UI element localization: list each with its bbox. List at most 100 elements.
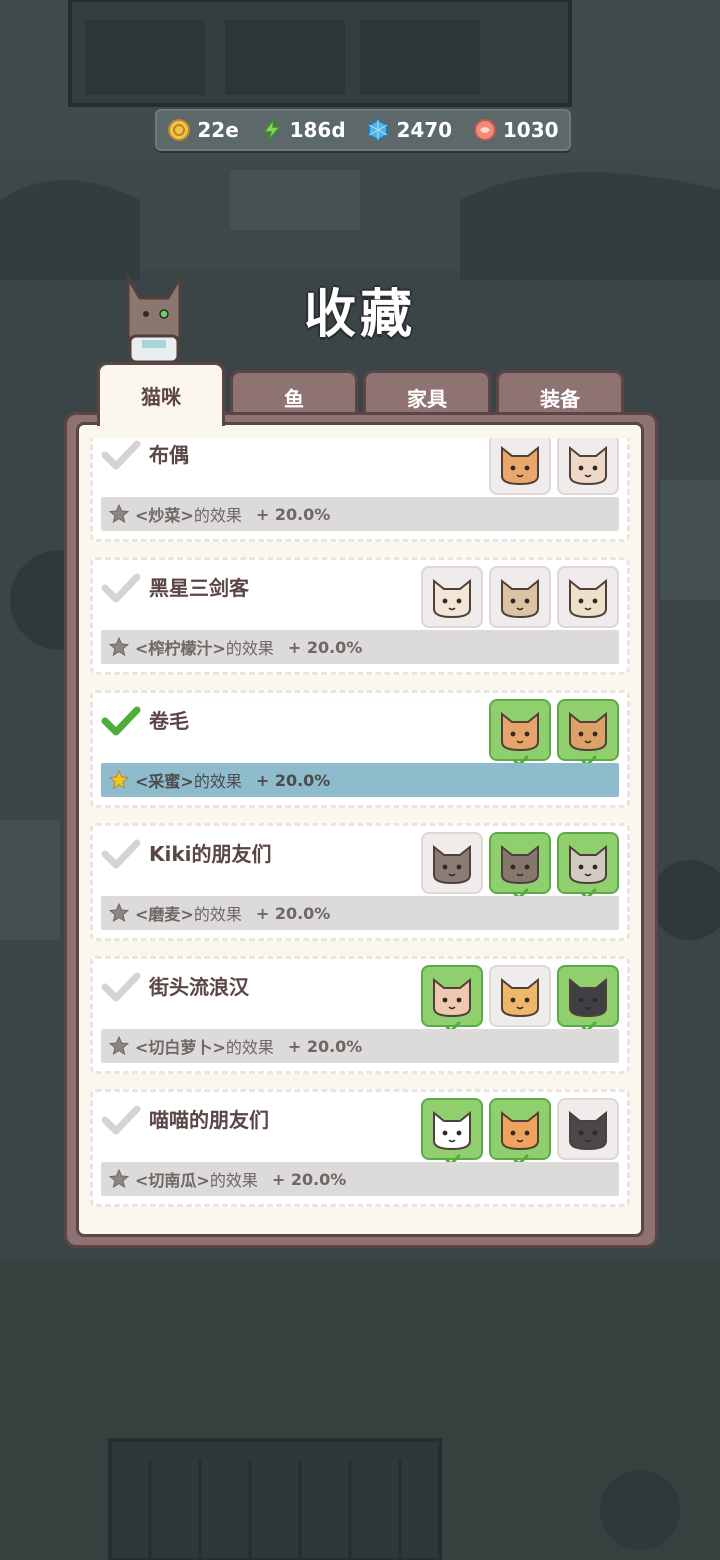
cat-face-icon xyxy=(501,445,539,486)
lightning-icon xyxy=(262,118,282,142)
star-icon xyxy=(109,504,129,524)
effect-bonus: + 20.0% xyxy=(287,1036,363,1056)
collection-card[interactable]: 喵喵的朋友们 <切南瓜> 的效果 + 20.0% xyxy=(90,1089,630,1207)
cat-faces xyxy=(421,1098,619,1166)
collection-name: Kiki的朋友们 xyxy=(149,842,272,866)
cat-face-icon xyxy=(569,1110,607,1151)
currency-energy-value: 186d xyxy=(289,118,346,142)
cat-portrait[interactable] xyxy=(557,1098,619,1160)
effect-bonus: + 20.0% xyxy=(287,637,363,657)
cat-face-icon xyxy=(569,844,607,885)
cat-face-icon xyxy=(501,1110,539,1151)
collection-list[interactable]: 布偶 <炒菜> 的效果 + 20.0% 黑星三剑客 <榨柠檬汁> 的效果 + 20.0% 卷毛 <… xyxy=(90,438,630,1218)
currency-gold-value: 22e xyxy=(197,118,239,142)
effect-bar: <切白萝卜> 的效果 + 20.0% xyxy=(101,1029,619,1063)
cat-portrait[interactable] xyxy=(421,566,483,628)
checkmark-icon xyxy=(101,839,141,869)
star-icon xyxy=(109,770,129,790)
effect-tag: <切南瓜> xyxy=(135,1171,210,1190)
currency-energy[interactable]: 186d xyxy=(260,118,346,142)
cat-face-icon xyxy=(433,977,471,1018)
cat-portrait[interactable] xyxy=(557,699,619,767)
currency-gem-value: 2470 xyxy=(396,118,453,142)
cat-face-icon xyxy=(569,578,607,619)
checkmark-icon xyxy=(101,440,141,470)
cat-face-icon xyxy=(569,445,607,486)
effect-bonus: + 20.0% xyxy=(271,1169,347,1189)
cat-face-icon xyxy=(433,1110,471,1151)
cat-portrait[interactable] xyxy=(421,832,483,894)
cat-face-icon xyxy=(433,844,471,885)
cat-face-icon xyxy=(569,711,607,752)
effect-bar: <榨柠檬汁> 的效果 + 20.0% xyxy=(101,630,619,664)
effect-text: 的效果 xyxy=(193,506,242,525)
cat-portrait[interactable] xyxy=(489,832,551,900)
collection-name: 喵喵的朋友们 xyxy=(149,1108,269,1132)
cat-face-icon xyxy=(501,977,539,1018)
cat-faces xyxy=(489,438,619,495)
collection-card[interactable]: 黑星三剑客 <榨柠檬汁> 的效果 + 20.0% xyxy=(90,557,630,675)
currency-fish[interactable]: 1030 xyxy=(473,118,559,142)
cat-portrait[interactable] xyxy=(557,438,619,495)
checkmark-icon xyxy=(101,706,141,736)
fish-cake-icon xyxy=(473,119,496,141)
effect-text: 的效果 xyxy=(193,772,242,791)
cat-faces xyxy=(421,832,619,900)
effect-bonus: + 20.0% xyxy=(255,504,331,524)
cat-face-icon xyxy=(501,711,539,752)
cat-portrait[interactable] xyxy=(557,965,619,1033)
effect-text: 的效果 xyxy=(225,1038,274,1057)
effect-tag: <榨柠檬汁> xyxy=(135,639,226,658)
checkmark-icon xyxy=(101,573,141,603)
cat-face-icon xyxy=(501,578,539,619)
effect-bar: <切南瓜> 的效果 + 20.0% xyxy=(101,1162,619,1196)
cat-portrait[interactable] xyxy=(557,566,619,628)
effect-bar: <炒菜> 的效果 + 20.0% xyxy=(101,497,619,531)
effect-bar: <磨麦> 的效果 + 20.0% xyxy=(101,896,619,930)
effect-bonus: + 20.0% xyxy=(255,903,331,923)
cat-portrait[interactable] xyxy=(421,965,483,1033)
effect-tag: <磨麦> xyxy=(135,905,194,924)
cat-portrait[interactable] xyxy=(489,438,551,495)
effect-tag: <采蜜> xyxy=(135,772,194,791)
page-title: 收藏 xyxy=(303,285,416,345)
collection-card[interactable]: 街头流浪汉 <切白萝卜> 的效果 + 20.0% xyxy=(90,956,630,1074)
cat-faces xyxy=(489,699,619,767)
cat-portrait[interactable] xyxy=(421,1098,483,1166)
checkmark-icon xyxy=(101,972,141,1002)
gem-icon xyxy=(368,118,389,142)
cat-faces xyxy=(421,965,619,1033)
currency-fish-value: 1030 xyxy=(502,118,559,142)
cat-faces xyxy=(421,566,619,628)
cat-portrait[interactable] xyxy=(489,566,551,628)
collection-name: 布偶 xyxy=(149,443,189,467)
collection-name: 街头流浪汉 xyxy=(149,975,249,999)
gold-coin-icon xyxy=(168,119,191,141)
collection-name: 卷毛 xyxy=(149,709,189,733)
tab-cats[interactable]: 猫咪 xyxy=(97,362,225,426)
collection-card[interactable]: Kiki的朋友们 <磨麦> 的效果 + 20.0% xyxy=(90,823,630,941)
currency-gem[interactable]: 2470 xyxy=(366,118,452,142)
currency-bar: 22e 186d 2470 1030 xyxy=(155,109,571,151)
effect-bonus: + 20.0% xyxy=(255,770,331,790)
effect-bar: <采蜜> 的效果 + 20.0% xyxy=(101,763,619,797)
cat-face-icon xyxy=(501,844,539,885)
collection-name: 黑星三剑客 xyxy=(149,576,249,600)
effect-text: 的效果 xyxy=(209,1171,258,1190)
checkmark-icon xyxy=(101,1105,141,1135)
effect-tag: <炒菜> xyxy=(135,506,194,525)
star-icon xyxy=(109,1169,129,1189)
collection-card[interactable]: 布偶 <炒菜> 的效果 + 20.0% xyxy=(90,438,630,542)
star-icon xyxy=(109,637,129,657)
cat-face-icon xyxy=(433,578,471,619)
effect-tag: <切白萝卜> xyxy=(135,1038,226,1057)
cat-portrait[interactable] xyxy=(489,1098,551,1166)
cat-portrait[interactable] xyxy=(489,699,551,767)
cat-portrait[interactable] xyxy=(557,832,619,900)
cat-portrait[interactable] xyxy=(489,965,551,1027)
currency-gold[interactable]: 22e xyxy=(167,118,239,142)
star-icon xyxy=(109,1036,129,1056)
effect-text: 的效果 xyxy=(225,639,274,658)
collection-card[interactable]: 卷毛 <采蜜> 的效果 + 20.0% xyxy=(90,690,630,808)
effect-text: 的效果 xyxy=(193,905,242,924)
